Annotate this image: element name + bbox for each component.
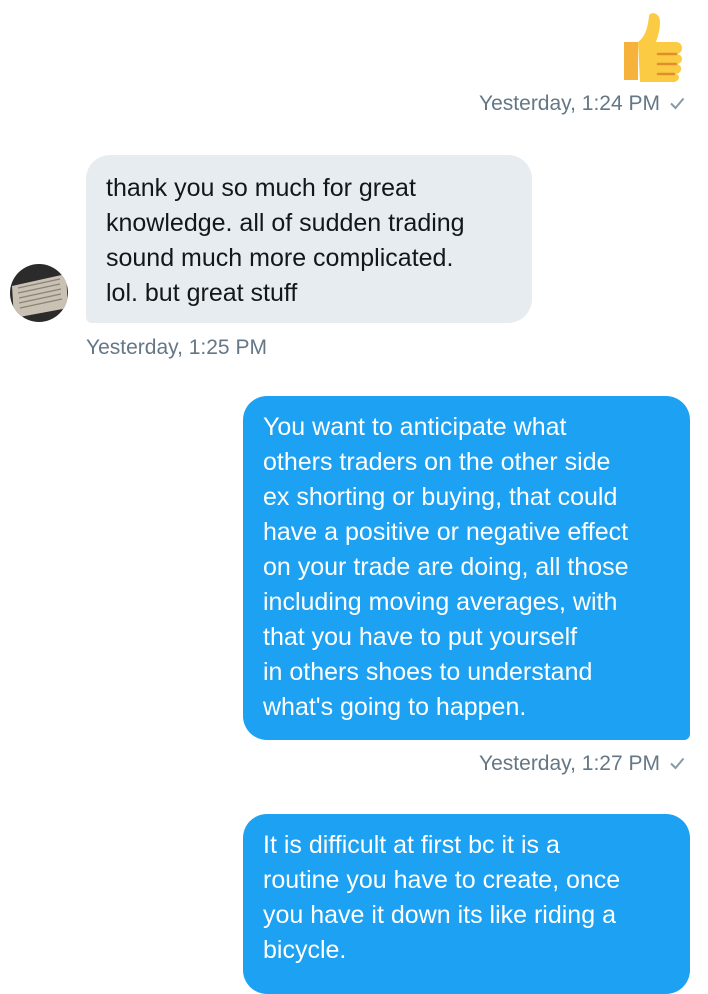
- incoming-message-bubble[interactable]: thank you so much for great knowledge. a…: [86, 155, 532, 323]
- outgoing-message-bubble[interactable]: It is difficult at first bc it is a rout…: [243, 814, 690, 994]
- message-timestamp: Yesterday, 1:24 PM: [479, 92, 686, 116]
- sender-avatar[interactable]: [10, 264, 68, 322]
- thumbs-up-icon: [624, 13, 682, 82]
- message-timestamp: Yesterday, 1:27 PM: [479, 752, 686, 776]
- avatar-image: [10, 264, 68, 322]
- timestamp-text: Yesterday, 1:27 PM: [479, 752, 660, 775]
- outgoing-message-bubble[interactable]: You want to anticipate what others trade…: [243, 396, 690, 740]
- timestamp-text: Yesterday, 1:25 PM: [86, 336, 267, 359]
- sent-check-icon: [670, 757, 685, 770]
- message-timestamp: Yesterday, 1:25 PM: [86, 336, 267, 360]
- sent-check-icon: [670, 97, 685, 110]
- timestamp-text: Yesterday, 1:24 PM: [479, 92, 660, 115]
